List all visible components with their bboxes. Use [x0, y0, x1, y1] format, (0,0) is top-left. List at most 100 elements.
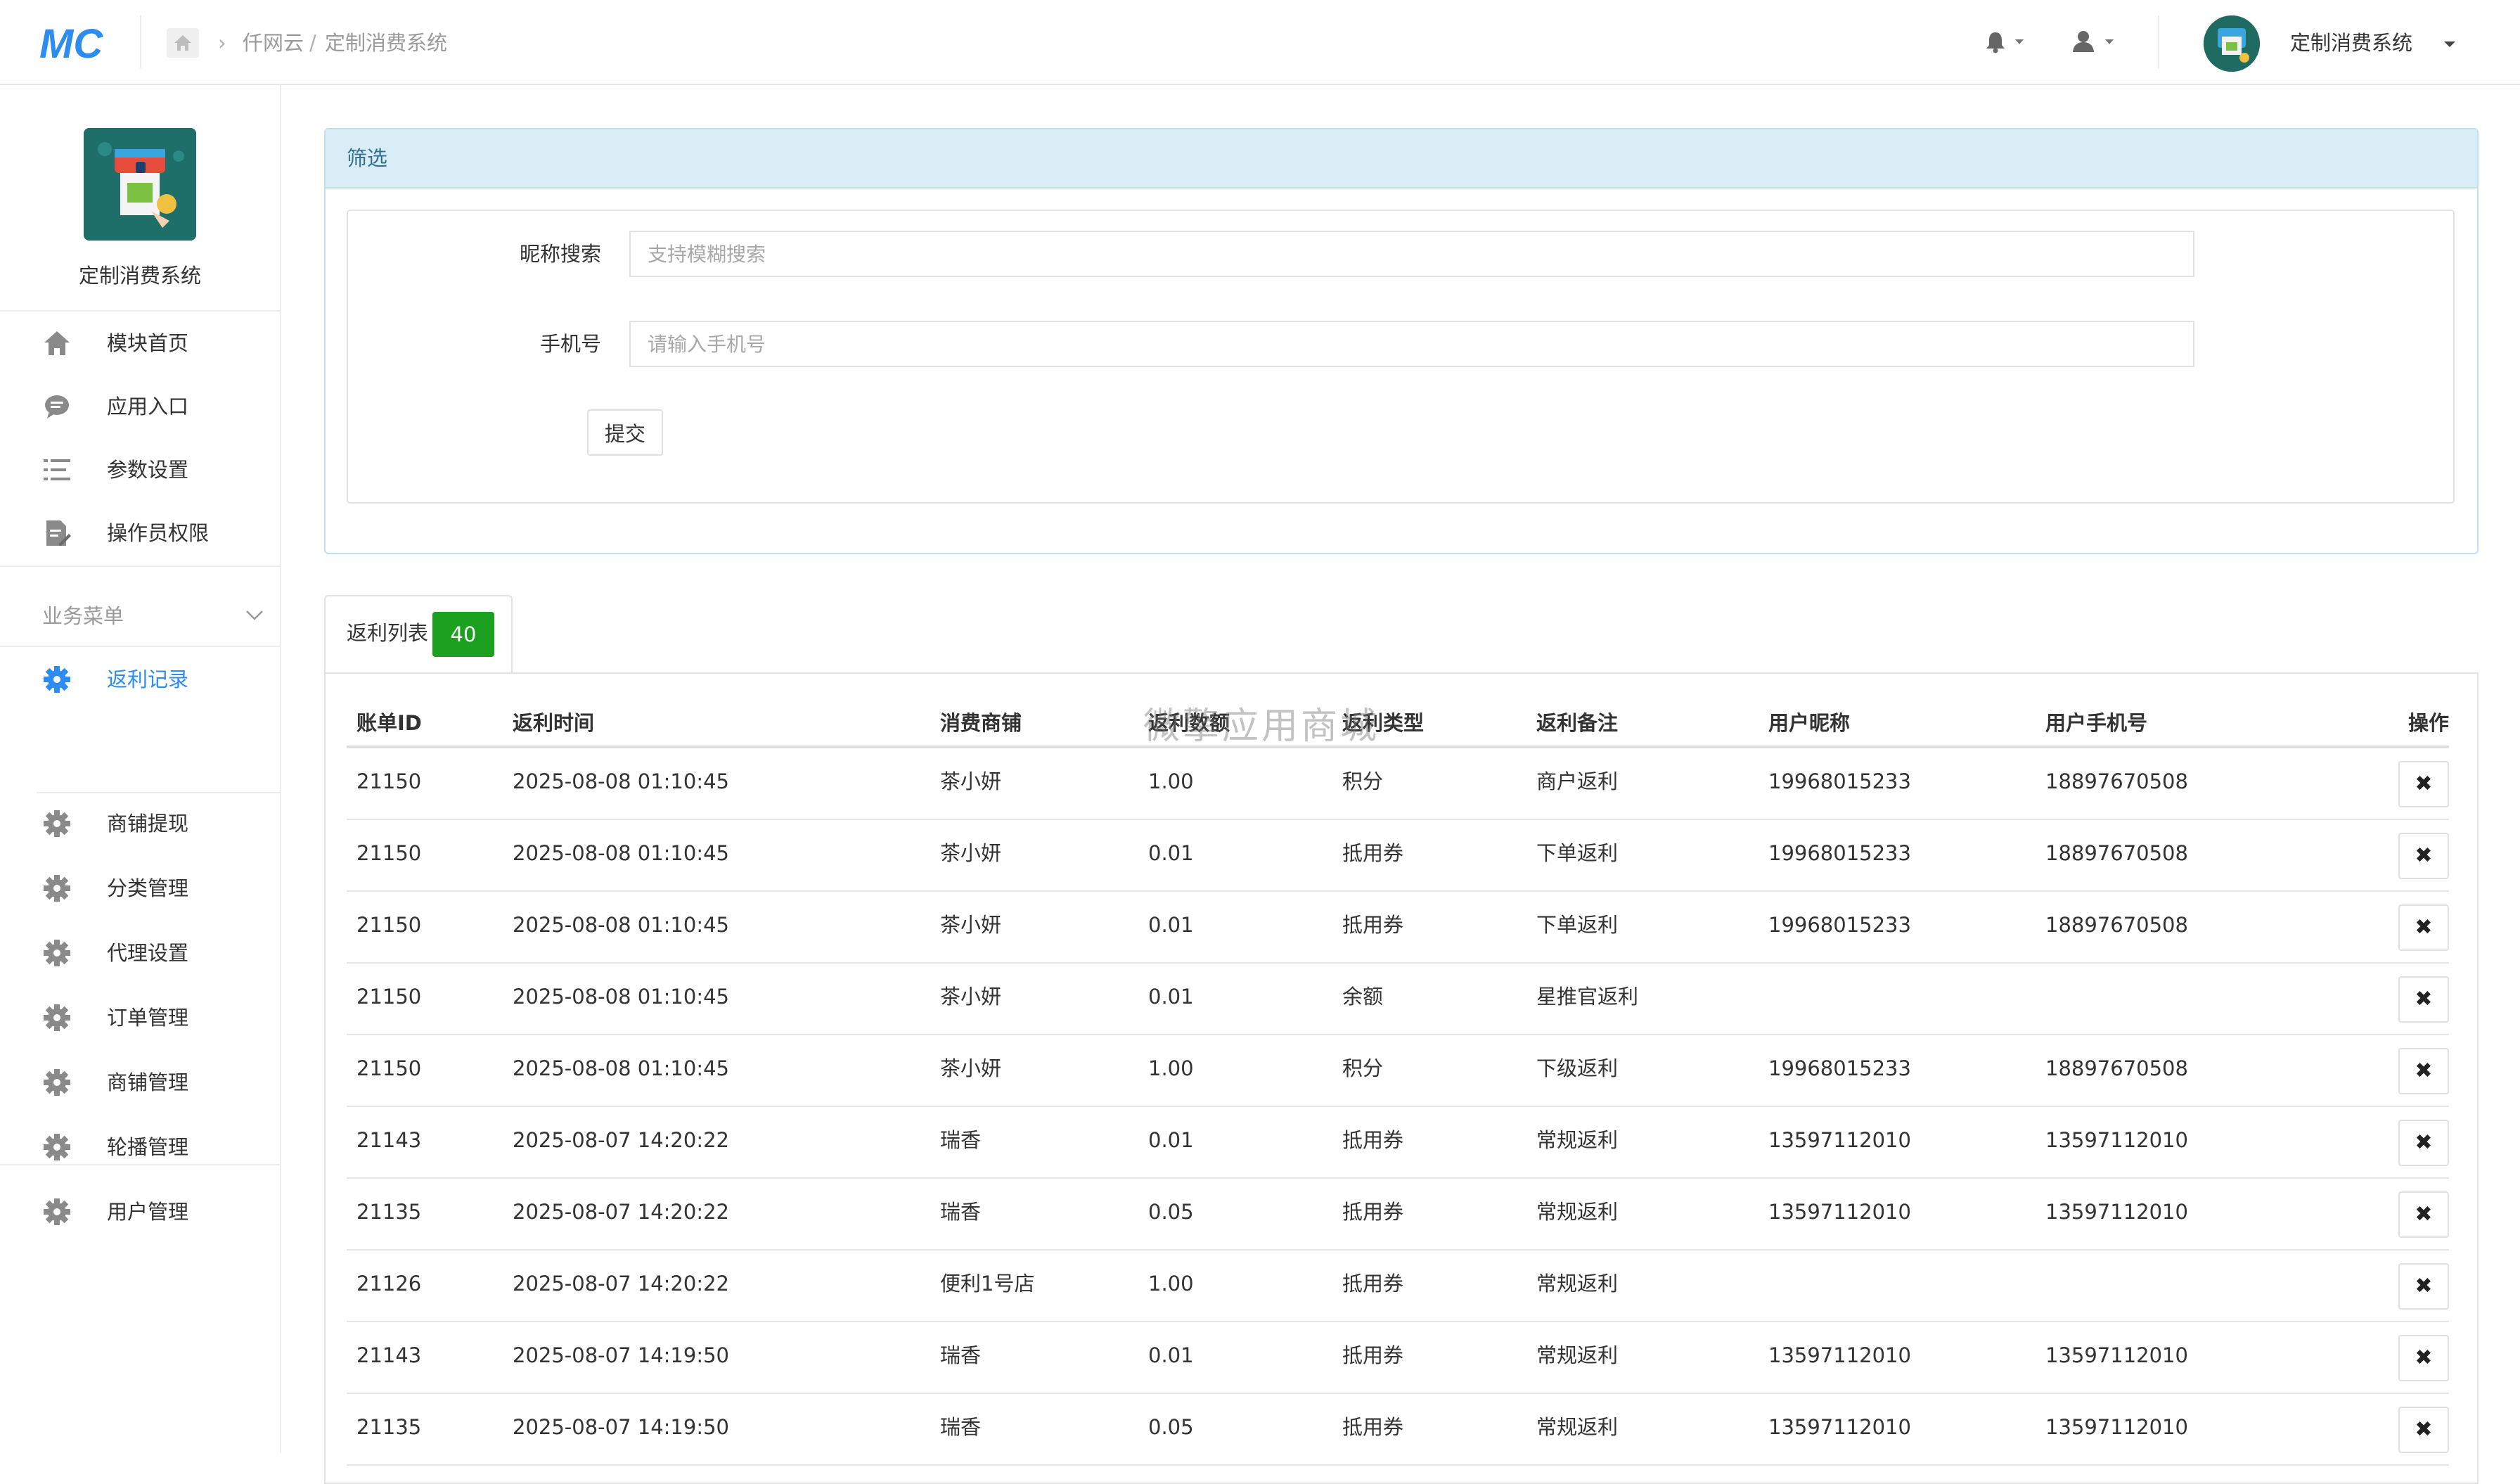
tab-rebate-list[interactable]: 返利列表 40	[324, 595, 513, 674]
delete-button[interactable]: ✖	[2398, 1048, 2449, 1094]
gear-icon	[44, 875, 70, 902]
sidebar-section-business[interactable]: 业务菜单	[0, 584, 280, 648]
table-row: 21143 2025-08-07 14:19:50 瑞香 0.01 抵用券 常规返利 135…	[347, 1322, 2449, 1394]
nickname-label: 昵称搜索	[519, 242, 601, 266]
sidebar-item-label: 代理设置	[107, 941, 189, 965]
gear-icon	[44, 1134, 70, 1160]
nickname-cell: 13597112010	[1759, 1106, 2036, 1179]
note-cell: 常规返利	[1526, 1250, 1759, 1322]
edit-doc-icon	[46, 520, 71, 546]
submit-button[interactable]: 提交	[587, 409, 663, 456]
rebate-time-cell: 2025-08-08 01:10:45	[503, 819, 930, 892]
sidebar-item-carousel-management[interactable]: 轮播管理	[0, 1115, 280, 1179]
sidebar-item-order-management[interactable]: 订单管理	[0, 986, 280, 1049]
actions-cell: ✖	[2345, 1106, 2449, 1179]
sidebar-item-label: 模块首页	[107, 331, 189, 355]
actions-cell: ✖	[2345, 963, 2449, 1035]
phone-cell	[2036, 1250, 2345, 1322]
notification-bell-icon[interactable]	[1984, 30, 2031, 58]
sidebar-item-category-management[interactable]: 分类管理	[0, 857, 280, 920]
delete-button[interactable]: ✖	[2398, 976, 2449, 1023]
table-row: 21135 2025-08-07 14:19:50 瑞香 0.05 抵用券 常规返利 135…	[347, 1393, 2449, 1466]
delete-button[interactable]: ✖	[2398, 761, 2449, 807]
delete-button[interactable]: ✖	[2398, 833, 2449, 879]
breadcrumb-item[interactable]: 定制消费系统	[325, 28, 447, 58]
sidebar-item-params[interactable]: 参数设置	[0, 438, 280, 501]
amount-cell: 0.01	[1138, 819, 1332, 892]
sidebar-item-label: 订单管理	[107, 1006, 189, 1030]
phone-cell: 13597112010	[2036, 1322, 2345, 1394]
actions-cell: ✖	[2345, 1393, 2449, 1466]
phone-input[interactable]	[629, 321, 2194, 367]
nickname-cell: 13597112010	[1759, 1322, 2036, 1394]
table-row: 21150 2025-08-08 01:10:45 茶小妍 1.00 积分 下级返利 199…	[347, 1035, 2449, 1107]
amount-cell: 0.05	[1138, 1178, 1332, 1250]
amount-cell: 0.01	[1138, 963, 1332, 1035]
type-cell: 抵用券	[1332, 1178, 1526, 1250]
phone-cell: 13597112010	[2036, 1106, 2345, 1179]
type-cell: 积分	[1332, 1035, 1526, 1107]
sidebar-item-label: 应用入口	[107, 395, 189, 418]
type-cell: 余额	[1332, 963, 1526, 1035]
sidebar-item-rebate-records[interactable]: 返利记录	[0, 648, 280, 711]
phone-cell: 13597112010	[2036, 1393, 2345, 1466]
sidebar-item-label: 用户管理	[107, 1200, 189, 1224]
user-name[interactable]: 定制消费系统	[2290, 28, 2412, 58]
delete-button[interactable]: ✖	[2398, 1263, 2449, 1310]
delete-button[interactable]: ✖	[2398, 1407, 2449, 1453]
sidebar-item-shop-withdrawal[interactable]: 商铺提现	[0, 792, 280, 855]
column-header: 用户昵称	[1759, 698, 2036, 748]
user-menu-icon[interactable]	[2071, 30, 2121, 58]
sidebar-item-operator-permissions[interactable]: 操作员权限	[0, 501, 280, 565]
logo[interactable]: MC	[39, 21, 110, 67]
delete-button[interactable]: ✖	[2398, 1191, 2449, 1238]
tab-label: 返利列表	[347, 621, 429, 645]
amount-cell: 0.01	[1138, 1322, 1332, 1394]
amount-cell: 0.05	[1138, 1393, 1332, 1466]
logo-text: MC	[39, 23, 103, 62]
nickname-cell: 13597112010	[1759, 1393, 2036, 1466]
nickname-cell: 19968015233	[1759, 819, 2036, 892]
rebate-time-cell: 2025-08-07 14:19:50	[503, 1393, 930, 1466]
note-cell: 商户返利	[1526, 747, 1759, 820]
delete-button[interactable]: ✖	[2398, 904, 2449, 951]
shop-cell: 瑞香	[930, 1178, 1138, 1250]
sidebar-item-user-management[interactable]: 用户管理	[0, 1180, 280, 1243]
sidebar-item-app-entry[interactable]: 应用入口	[0, 375, 280, 438]
divider	[140, 15, 141, 68]
rebate-table: 账单ID 返利时间 消费商铺 返利数额 返利类型 返利备注 用户昵称 用户手机号…	[347, 698, 2449, 1466]
phone-cell: 18897670508	[2036, 819, 2345, 892]
sidebar-item-home[interactable]: 模块首页	[0, 312, 280, 375]
sidebar-item-shop-management[interactable]: 商铺管理	[0, 1051, 280, 1114]
type-cell: 抵用券	[1332, 819, 1526, 892]
shop-cell: 瑞香	[930, 1106, 1138, 1179]
rebate-time-cell: 2025-08-08 01:10:45	[503, 747, 930, 820]
gear-icon	[44, 666, 70, 693]
section-label: 业务菜单	[42, 604, 124, 628]
shop-cell: 茶小妍	[930, 819, 1138, 892]
delete-button[interactable]: ✖	[2398, 1120, 2449, 1166]
watermark: 微擎应用商城	[1143, 705, 1380, 748]
nickname-cell: 13597112010	[1759, 1178, 2036, 1250]
nickname-cell: 19968015233	[1759, 891, 2036, 964]
shop-cell: 茶小妍	[930, 891, 1138, 964]
chat-icon	[45, 395, 69, 418]
note-cell: 下单返利	[1526, 819, 1759, 892]
home-button[interactable]	[167, 28, 199, 58]
breadcrumb-item[interactable]: 仟网云	[243, 28, 304, 58]
sidebar-item-agent-settings[interactable]: 代理设置	[0, 921, 280, 985]
delete-button[interactable]: ✖	[2398, 1335, 2449, 1381]
sidebar-item-label: 商铺管理	[107, 1070, 189, 1094]
actions-cell: ✖	[2345, 1250, 2449, 1322]
chevron-down-icon[interactable]	[2443, 38, 2457, 51]
count-badge: 40	[432, 612, 494, 657]
filter-header: 筛选	[326, 129, 2477, 188]
actions-cell: ✖	[2345, 1178, 2449, 1250]
bill-id-cell: 21150	[347, 1035, 503, 1107]
shop-cell: 瑞香	[930, 1322, 1138, 1394]
divider	[0, 1164, 280, 1165]
avatar[interactable]	[2204, 15, 2260, 72]
sidebar-item-label: 操作员权限	[107, 521, 210, 545]
phone-cell: 18897670508	[2036, 891, 2345, 964]
nickname-search-input[interactable]	[629, 231, 2194, 277]
